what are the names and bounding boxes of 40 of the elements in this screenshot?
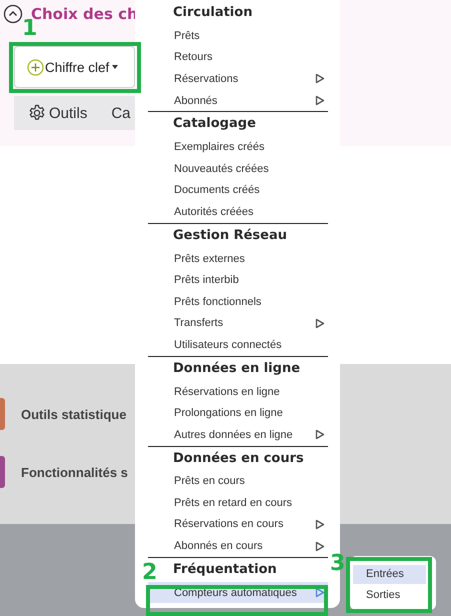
menu-item[interactable]: Autorités créées xyxy=(148,201,328,223)
menu-item[interactable]: Exemplaires créés xyxy=(148,136,328,158)
menu-heading: Circulation xyxy=(173,4,252,22)
tab[interactable]: Outils xyxy=(28,104,88,122)
card-title: Fonctionnalités s xyxy=(21,464,128,480)
menu-item[interactable]: Utilisateurs connectés xyxy=(148,334,328,356)
menu-item[interactable]: Prêts xyxy=(148,25,328,47)
menu-item[interactable]: Réservations en ligne xyxy=(148,380,328,402)
menu-item[interactable]: Abonnés xyxy=(148,90,328,112)
step-number: 2 xyxy=(142,562,158,584)
step-number: 3 xyxy=(330,553,346,575)
menu-item[interactable]: Prêts interbib xyxy=(148,269,328,291)
menu-item[interactable]: Sorties xyxy=(353,586,426,605)
menu-item[interactable]: Abonnés en cours xyxy=(148,535,328,557)
menu-item[interactable]: Prêts en retard en cours xyxy=(148,492,328,514)
step-number: 1 xyxy=(22,18,38,40)
menu-heading: Gestion Réseau xyxy=(173,226,288,245)
menu-item[interactable]: Entrées xyxy=(353,565,426,584)
menu-item[interactable]: Réservations en cours xyxy=(148,514,328,536)
menu-item[interactable]: Prolongations en ligne xyxy=(148,402,328,424)
gear-icon xyxy=(28,104,46,122)
collapse-icon xyxy=(3,4,23,24)
menu-item[interactable]: Autres données en ligne xyxy=(148,424,328,446)
menu-heading: Données en cours xyxy=(173,450,304,468)
caret-icon xyxy=(112,65,118,69)
menu-heading: Fréquentation xyxy=(173,560,277,579)
menu-item[interactable]: Réservations xyxy=(148,68,328,90)
menu-item[interactable]: Prêts fonctionnels xyxy=(148,290,328,313)
menu-heading: Données en ligne xyxy=(173,360,300,378)
card-title: Outils statistique xyxy=(21,406,126,422)
menu-item[interactable]: Retours xyxy=(148,46,328,68)
menu-item[interactable]: Transferts xyxy=(148,312,328,334)
menu-item[interactable]: Prêts en cours xyxy=(148,470,328,492)
menu-item[interactable]: Nouveautés créées xyxy=(148,158,328,180)
plus-circle-icon xyxy=(27,58,44,76)
menu-item[interactable]: Documents créés xyxy=(148,180,328,202)
menu-heading: Catalogage xyxy=(173,115,256,134)
tab[interactable]: Ca xyxy=(111,104,131,122)
menu-item[interactable]: Prêts externes xyxy=(148,248,328,270)
add-button[interactable]: Chiffre clef xyxy=(14,46,135,88)
